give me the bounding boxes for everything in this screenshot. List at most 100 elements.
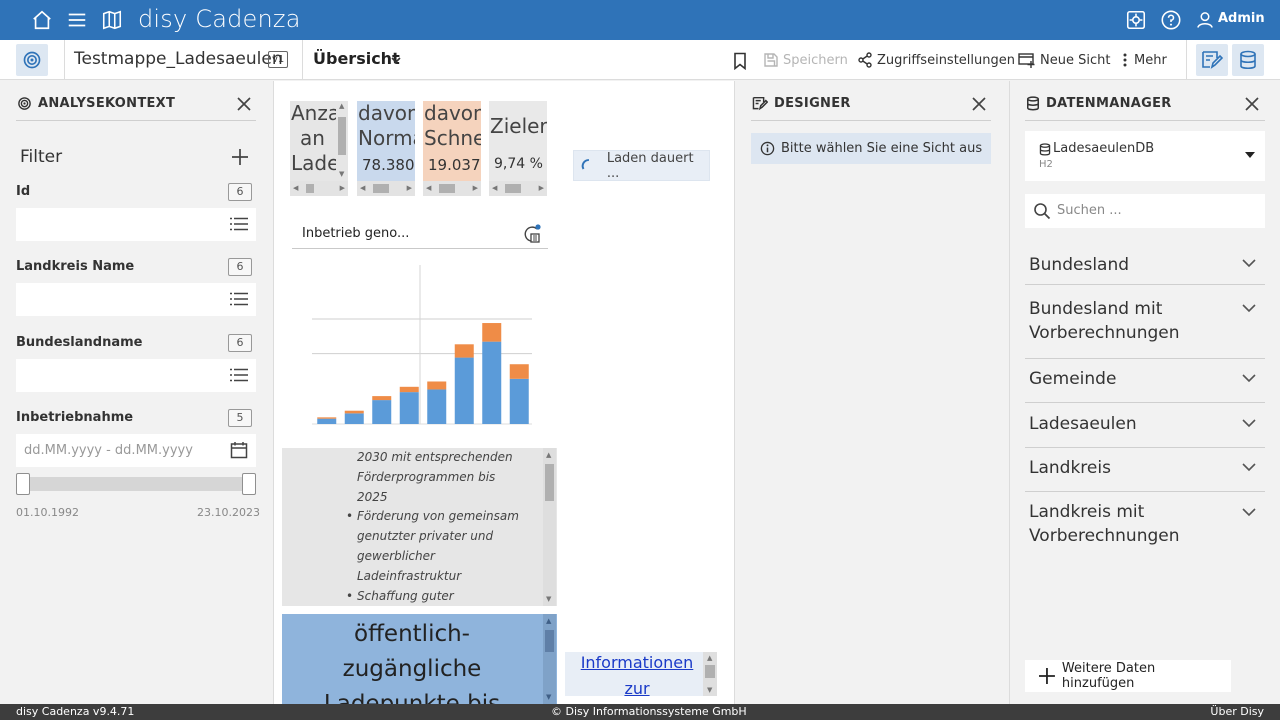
chevron-down-icon[interactable] [1242,258,1256,268]
database-icon [1039,143,1051,156]
caret-down-icon[interactable] [1245,151,1255,159]
scrollbar[interactable]: ▲ ▼ [543,614,556,704]
close-icon[interactable] [235,95,253,113]
list-icon[interactable] [230,217,248,231]
new-view-button[interactable]: Neue Sicht [1018,52,1110,68]
add-filter-icon[interactable] [230,147,250,167]
settings-icon[interactable] [1124,8,1148,32]
designer-toggle[interactable] [1196,44,1228,76]
datamanager-panel: DATENMANAGER LadesaeulenDB H2 Suchen ...… [1009,81,1280,704]
bar-segment[interactable] [482,341,502,424]
scrollbar[interactable]: ◀ ▶ [290,181,348,196]
datamanager-search-input[interactable]: Suchen ... [1025,194,1265,228]
kpi-title: Anza an Lade [291,101,341,175]
datasource-item-bundesland-vorberechnungen[interactable]: Bundesland mit Vorberechnungen [1025,285,1265,359]
scrollbar[interactable]: ◀ ▶ [489,181,547,196]
scrollbar[interactable]: ◀ ▶ [423,181,481,196]
scrollbar[interactable]: ◀ ▶ [357,181,415,196]
bar-segment[interactable] [399,386,419,393]
close-icon[interactable] [1243,95,1261,113]
scrollbar[interactable]: ▲ ▼ [703,652,717,696]
filter-input-landkreis[interactable] [16,283,256,316]
kpi-tile-fast[interactable]: davonSchnel 19.037 ◀ ▶ [423,101,481,196]
divider [751,120,991,121]
bar-segment[interactable] [317,417,337,419]
bookmark-icon[interactable] [732,52,748,70]
view-selector[interactable]: Übersicht [313,49,400,68]
scrollbar[interactable]: ▲ ▼ [543,448,556,606]
datasource-item-bundesland[interactable]: Bundesland [1025,241,1265,285]
new-view-icon [1018,53,1035,68]
bar-segment[interactable] [344,413,364,424]
info-link[interactable]: Informationenzur räumlichen [577,652,697,696]
kpi-tile-total[interactable]: Anza an Lade ▲ ▼ ◀ ▶ [290,101,348,196]
chevron-down-icon[interactable] [390,54,402,66]
about-link[interactable]: Über Disy [1210,705,1264,718]
kpi-tile-normal[interactable]: davonNorma 78.380 ◀ ▶ [357,101,415,196]
bar-segment[interactable] [427,381,447,390]
bar-segment[interactable] [399,392,419,424]
datasource-item-gemeinde[interactable]: Gemeinde [1025,359,1265,403]
menu-icon[interactable] [65,8,89,32]
kpi-tile-target[interactable]: Zielerr 9,74 % ◀ ▶ [489,101,547,196]
chevron-down-icon[interactable] [1242,462,1256,472]
home-icon[interactable] [30,8,54,32]
analysis-context-toggle[interactable] [16,44,48,76]
bar-segment[interactable] [344,410,364,414]
filter-label-inbetriebnahme: Inbetriebnahme [16,410,134,425]
scrollbar[interactable]: ▲ ▼ [336,101,348,179]
divider [1186,40,1187,80]
stacked-bar-chart[interactable] [292,257,548,429]
bar-segment[interactable] [372,396,392,401]
date-range-placeholder: dd.MM.yyyy - dd.MM.yyyy [24,443,193,458]
date-range-input[interactable]: dd.MM.yyyy - dd.MM.yyyy [16,434,256,467]
datamanager-toggle[interactable] [1232,44,1264,76]
bar-segment[interactable] [482,323,502,342]
chevron-down-icon[interactable] [1242,303,1256,313]
filter-input-id[interactable] [16,208,256,241]
datamanager-title: DATENMANAGER [1046,96,1172,111]
bar-segment[interactable] [454,344,474,358]
chart-settings-icon[interactable] [522,224,542,244]
chart-header: Inbetrieb geno... [292,218,548,249]
more-button[interactable]: Mehr [1120,52,1167,68]
filter-input-bundesland[interactable] [16,359,256,392]
bar-segment[interactable] [454,357,474,424]
database-icon [1027,96,1039,111]
edit-sheet-icon [1202,51,1223,69]
bar-segment[interactable] [317,418,337,424]
bar-segment[interactable] [372,400,392,424]
database-select[interactable]: LadesaeulenDB H2 [1025,131,1265,181]
slider-handle-start[interactable] [16,473,30,495]
datasource-item-landkreis-vorberechnungen[interactable]: Landkreis mit Vorberechnungen [1025,492,1265,560]
info-link-box[interactable]: Informationenzur räumlichen ▲ ▼ [565,652,717,696]
save-button[interactable]: Speichern [763,52,848,68]
user-icon[interactable] [1193,8,1217,32]
help-icon[interactable] [1159,8,1183,32]
datasource-item-landkreis[interactable]: Landkreis [1025,448,1265,492]
close-icon[interactable] [970,95,988,113]
calendar-icon[interactable] [230,441,248,459]
add-data-button[interactable]: Weitere Daten hinzufügen [1025,660,1231,692]
app-title[interactable]: disy Cadenza [138,5,301,33]
workbook-name[interactable]: Testmappe_Ladesaeulen [74,49,283,69]
designer-title: DESIGNER [774,96,851,111]
list-icon[interactable] [230,368,248,382]
access-settings-button[interactable]: Zugriffseinstellungen [857,52,1015,68]
bar-segment[interactable] [427,389,447,424]
list-icon[interactable] [230,292,248,306]
add-data-label: Weitere Daten hinzufügen [1061,661,1156,691]
user-name[interactable]: Admin [1218,11,1265,26]
text-line: 2030 mit entsprechenden [357,450,513,464]
slider-handle-end[interactable] [242,473,256,495]
chevron-down-icon[interactable] [1242,373,1256,383]
chevron-down-icon[interactable] [1242,507,1256,517]
map-icon[interactable] [100,8,124,32]
bar-segment[interactable] [509,378,529,424]
chevron-down-icon[interactable] [1242,418,1256,428]
highlight-text-box[interactable]: öffentlich-zugängliche Ladepunkte bis ▲ ▼ [282,614,557,704]
datasource-item-ladesaeulen[interactable]: Ladesaeulen [1025,403,1265,448]
bar-segment[interactable] [509,364,529,379]
text-box[interactable]: 2030 mit entsprechenden Förderprogrammen … [282,448,557,606]
date-range-slider[interactable] [16,477,256,491]
